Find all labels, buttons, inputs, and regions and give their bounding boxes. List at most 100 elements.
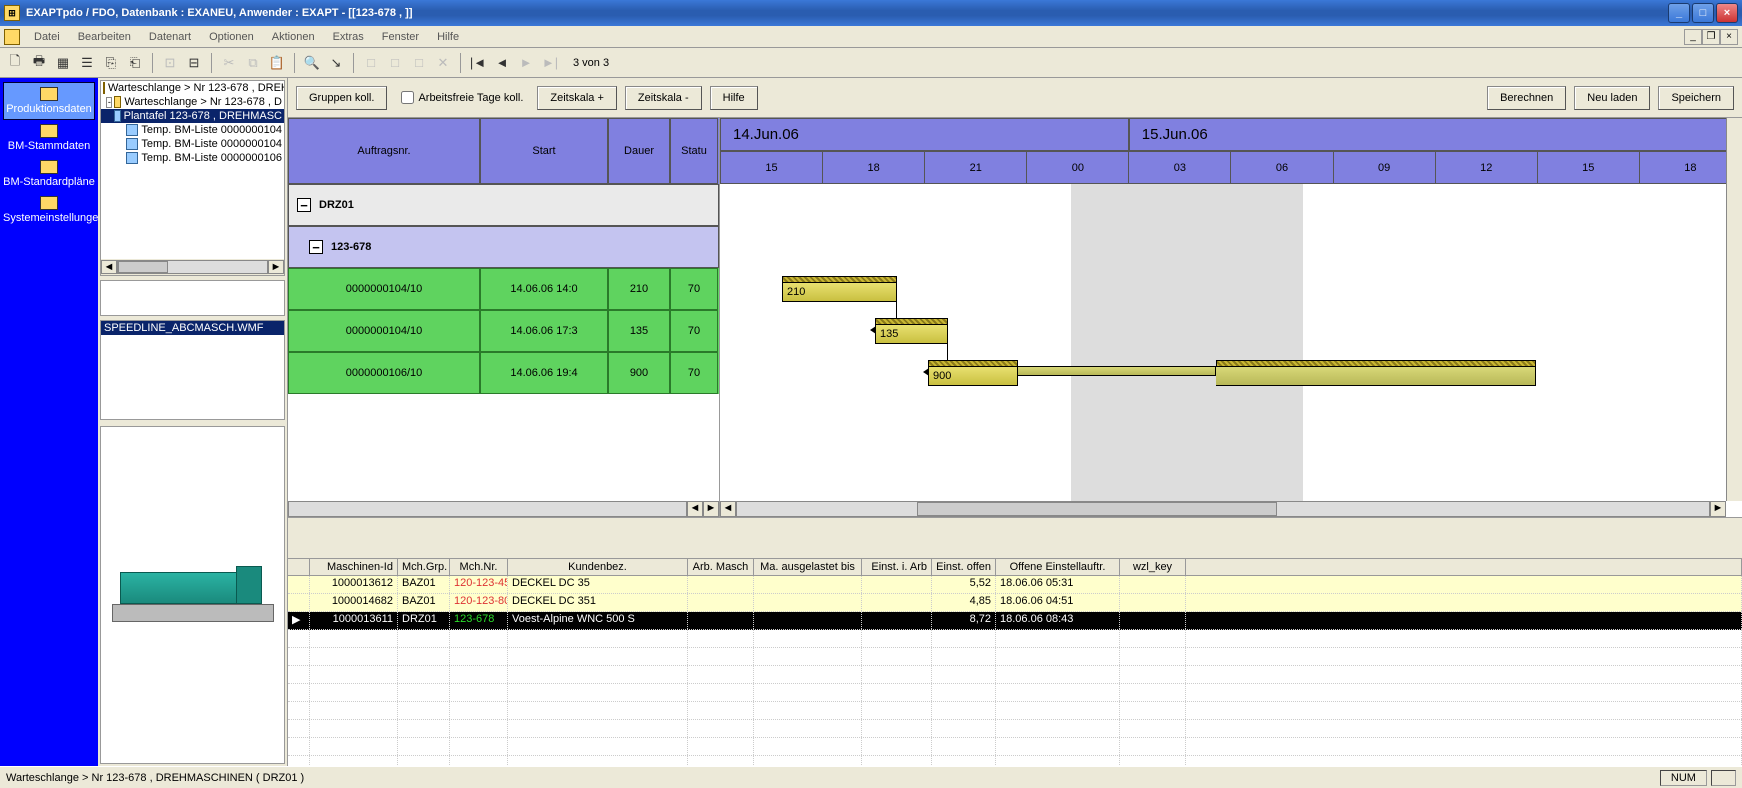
collapse-icon[interactable]: -: [106, 97, 112, 108]
tree-view[interactable]: Warteschlange > Nr 123-678 , DREH -Warte…: [100, 80, 285, 276]
scroll-right-icon[interactable]: ►: [1710, 501, 1726, 517]
gantt-chart[interactable]: 14.Jun.06 15.Jun.06 15 18 21 00 03 06 09…: [720, 118, 1742, 517]
col-start[interactable]: Start: [480, 118, 608, 184]
col-ausgelastet[interactable]: Ma. ausgelastet bis: [754, 559, 862, 575]
tree-root[interactable]: Warteschlange > Nr 123-678 , DREH: [101, 81, 284, 95]
col-mchnr[interactable]: Mch.Nr.: [450, 559, 508, 575]
col-arbmasch[interactable]: Arb. Masch: [688, 559, 754, 575]
col-kundenbez[interactable]: Kundenbez.: [508, 559, 688, 575]
gantt-bar[interactable]: 210: [782, 282, 897, 302]
scroll-right-icon[interactable]: ►: [268, 260, 284, 274]
scroll-thumb[interactable]: [917, 502, 1277, 516]
col-wzlkey[interactable]: wzl_key: [1120, 559, 1186, 575]
mdi-close-icon[interactable]: ×: [1720, 29, 1738, 45]
subgroup-row[interactable]: −123-678: [288, 226, 719, 268]
berechnen-button[interactable]: Berechnen: [1487, 86, 1566, 110]
print-icon[interactable]: 🖶: [28, 52, 50, 74]
data-row[interactable]: 0000000104/1014.06.06 14:021070: [288, 268, 719, 310]
tool-b-icon[interactable]: ⊟: [183, 52, 205, 74]
arbeitsfrei-checkbox[interactable]: Arbeitsfreie Tage koll.: [395, 91, 529, 104]
maximize-button[interactable]: □: [1692, 3, 1714, 23]
list-icon[interactable]: ☰: [76, 52, 98, 74]
paste-struct-icon[interactable]: ⎗: [124, 52, 146, 74]
sidebar-item-produktion[interactable]: Produktionsdaten: [3, 82, 95, 120]
col-dauer[interactable]: Dauer: [608, 118, 670, 184]
grid-icon[interactable]: ▦: [52, 52, 74, 74]
mdi-min-icon[interactable]: _: [1684, 29, 1702, 45]
collapse-icon[interactable]: −: [297, 198, 311, 212]
zeitskala-plus-button[interactable]: Zeitskala +: [537, 86, 617, 110]
scroll-left-icon[interactable]: ◄: [720, 501, 736, 517]
nav-prev-icon[interactable]: ◄: [491, 52, 513, 74]
list-panel-1[interactable]: [100, 280, 285, 316]
gantt-bar[interactable]: 135: [875, 324, 948, 344]
zeitskala-minus-button[interactable]: Zeitskala -: [625, 86, 702, 110]
col-mchgrp[interactable]: Mch.Grp.: [398, 559, 450, 575]
tree-node[interactable]: Temp. BM-Liste 0000000104: [101, 123, 284, 137]
speichern-button[interactable]: Speichern: [1658, 86, 1734, 110]
gantt-bar-ext[interactable]: [1216, 366, 1536, 386]
machine-row[interactable]: ▶1000013611DRZ01123-678Voest-Alpine WNC …: [288, 612, 1742, 630]
menu-optionen[interactable]: Optionen: [201, 29, 262, 45]
data-row[interactable]: 0000000104/1014.06.06 17:313570: [288, 310, 719, 352]
machine-row[interactable]: 1000014682BAZ01120-123-80DECKEL DC 3514,…: [288, 594, 1742, 612]
menu-aktionen[interactable]: Aktionen: [264, 29, 323, 45]
find-next-icon[interactable]: ↘: [325, 52, 347, 74]
tree-node[interactable]: Temp. BM-Liste 0000000104: [101, 137, 284, 151]
gruppen-button[interactable]: Gruppen koll.: [296, 86, 387, 110]
group-row[interactable]: −DRZ01: [288, 184, 719, 226]
col-einst-offen[interactable]: Einst. offen: [932, 559, 996, 575]
copy-struct-icon[interactable]: ⎘: [100, 52, 122, 74]
menu-bearbeiten[interactable]: Bearbeiten: [70, 29, 139, 45]
menu-hilfe[interactable]: Hilfe: [429, 29, 467, 45]
new-icon[interactable]: 🗋: [4, 52, 26, 74]
gantt-bar[interactable]: 900: [928, 366, 1018, 386]
scroll-thumb[interactable]: [118, 261, 168, 273]
collapse-icon[interactable]: −: [309, 240, 323, 254]
status-pad: [1711, 770, 1736, 786]
scroll-left-icon[interactable]: ◄: [101, 260, 117, 274]
data-row[interactable]: 0000000106/1014.06.06 19:490070: [288, 352, 719, 394]
hour-cell: 09: [1334, 151, 1436, 184]
menu-datei[interactable]: Datei: [26, 29, 68, 45]
tree-node[interactable]: -Warteschlange > Nr 123-678 , D: [101, 95, 284, 109]
close-button[interactable]: ×: [1716, 3, 1738, 23]
gantt-vscroll[interactable]: [1726, 118, 1742, 501]
find-icon[interactable]: 🔍: [301, 52, 323, 74]
list-item-selected[interactable]: SPEEDLINE_ABCMASCH.WMF: [101, 321, 284, 335]
hilfe-button[interactable]: Hilfe: [710, 86, 758, 110]
machine-grid-body[interactable]: 1000013612BAZ01120-123-45DECKEL DC 355,5…: [288, 576, 1742, 766]
menu-extras[interactable]: Extras: [325, 29, 372, 45]
grid-hscroll[interactable]: ◄►: [288, 501, 719, 517]
neuladen-button[interactable]: Neu laden: [1574, 86, 1650, 110]
grid-header: Auftragsnr. Start Dauer Statu: [288, 118, 719, 184]
sidebar-item-stammdaten[interactable]: BM-Stammdaten: [3, 120, 95, 156]
col-auftragsnr[interactable]: Auftragsnr.: [288, 118, 480, 184]
sidebar-item-systemeinstellungen[interactable]: Systemeinstellungen: [3, 192, 95, 228]
col-maschinen-id[interactable]: Maschinen-Id: [310, 559, 398, 575]
gantt-hscroll[interactable]: ◄►: [720, 501, 1726, 517]
gantt-bar-ext[interactable]: [1018, 366, 1216, 376]
tree-hscroll[interactable]: ◄►: [101, 259, 284, 275]
menu-datenart[interactable]: Datenart: [141, 29, 199, 45]
tool-a-icon: ⊡: [159, 52, 181, 74]
machine-grid-header: Maschinen-Id Mch.Grp. Mch.Nr. Kundenbez.…: [288, 559, 1742, 576]
tree-node[interactable]: Temp. BM-Liste 0000000106: [101, 151, 284, 165]
machine-image: [108, 560, 278, 630]
minimize-button[interactable]: _: [1668, 3, 1690, 23]
scroll-left-icon[interactable]: ◄: [687, 501, 703, 517]
menu-fenster[interactable]: Fenster: [374, 29, 427, 45]
col-status[interactable]: Statu: [670, 118, 718, 184]
gantt-body[interactable]: 210 135 900: [720, 184, 1742, 517]
list-panel-2[interactable]: SPEEDLINE_ABCMASCH.WMF: [100, 320, 285, 420]
col-einst-arb[interactable]: Einst. i. Arb: [862, 559, 932, 575]
sidebar-item-standardplaene[interactable]: BM-Standardpläne: [3, 156, 95, 192]
mdi-restore-icon[interactable]: ❐: [1702, 29, 1720, 45]
col-offene-auftr[interactable]: Offene Einstellauftr.: [996, 559, 1120, 575]
nav-first-icon[interactable]: |◄: [467, 52, 489, 74]
tree-node-selected[interactable]: Plantafel 123-678 , DREHMASC: [101, 109, 284, 123]
scroll-right-icon[interactable]: ►: [703, 501, 719, 517]
col-select[interactable]: [288, 559, 310, 575]
machine-row[interactable]: 1000013612BAZ01120-123-45DECKEL DC 355,5…: [288, 576, 1742, 594]
checkbox-input[interactable]: [401, 91, 414, 104]
